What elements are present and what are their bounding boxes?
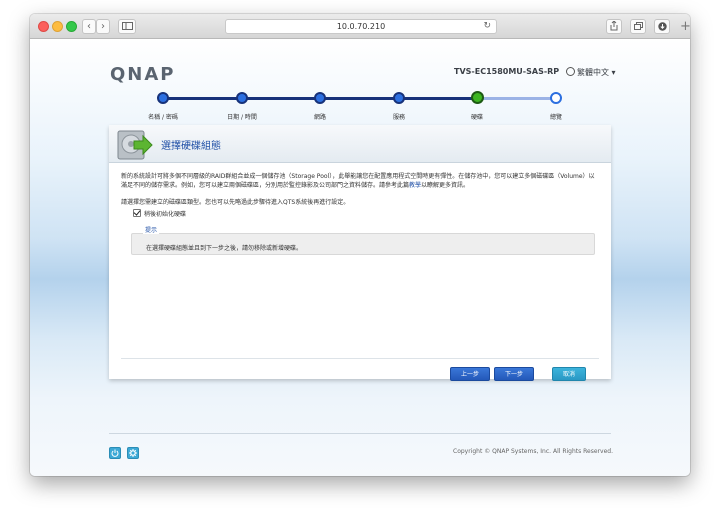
download-icon [657, 22, 667, 31]
tip-box: 在選擇硬碟組態並且到下一步之後，請勿移除或新增硬碟。 [131, 233, 595, 255]
initialize-later-label: 稍後初始化硬碟 [144, 211, 187, 218]
page-content: QNAP TVS-EC1580MU-SAS-RP 繁體中文 ▾ 名稱 / 密碼 … [30, 39, 690, 476]
description-text-end: 以瞭解更多資訊。 [421, 182, 470, 189]
chevron-left-icon: ‹ [87, 21, 91, 32]
step-dot-name-password [157, 92, 169, 104]
power-icon [111, 449, 119, 457]
gear-icon [129, 449, 137, 457]
language-selector[interactable]: 繁體中文 ▾ [566, 67, 616, 78]
tip-text: 在選擇硬碟組態並且到下一步之後，請勿移除或新增硬碟。 [146, 245, 303, 252]
new-tab-button[interactable]: + [680, 19, 690, 34]
power-button[interactable] [109, 447, 121, 459]
step-label-network: 網路 [313, 114, 326, 121]
sidebar-icon [121, 22, 133, 30]
forward-button[interactable]: › [96, 19, 110, 34]
language-label: 繁體中文 [577, 68, 609, 77]
url-text: 10.0.70.210 [336, 22, 386, 31]
step-label-name-password: 名稱 / 密碼 [148, 114, 178, 121]
settings-button[interactable] [127, 447, 139, 459]
device-model: TVS-EC1580MU-SAS-RP [454, 67, 560, 76]
browser-window: ‹ › 10.0.70.210 ↻ + QNAP TVS-EC1580MU-SA… [30, 14, 690, 476]
initialize-later-checkbox[interactable] [133, 209, 141, 217]
hard-drive-icon [117, 130, 153, 160]
zoom-window-button[interactable] [66, 21, 77, 32]
tabs-button[interactable] [630, 19, 646, 34]
panel-description: 新的系統設計可將多個不同層級的RAID群組合並成一個儲存池（Storage Po… [121, 172, 599, 190]
description-text: 新的系統設計可將多個不同層級的RAID群組合並成一個儲存池（Storage Po… [121, 173, 595, 189]
globe-icon [566, 67, 575, 76]
step-dot-services [393, 92, 405, 104]
wizard-progress-line-remaining [477, 97, 559, 100]
reload-icon[interactable]: ↻ [483, 20, 491, 33]
share-icon [610, 20, 618, 31]
chevron-right-icon: › [101, 21, 105, 32]
share-button[interactable] [606, 19, 622, 34]
panel-header: 選擇硬碟組態 [109, 125, 611, 163]
footer-divider [109, 433, 611, 434]
address-bar[interactable]: 10.0.70.210 ↻ [225, 19, 497, 34]
tip-legend: 提示 [143, 225, 160, 234]
browser-toolbar: ‹ › 10.0.70.210 ↻ + [30, 14, 690, 39]
step-dot-summary [550, 92, 562, 104]
step-dot-disk-current [471, 91, 484, 104]
step-dot-network [314, 92, 326, 104]
tutorial-link[interactable]: 教學 [409, 182, 421, 189]
copyright-text: Copyright © QNAP Systems, Inc. All Right… [453, 448, 613, 455]
disk-config-panel: 選擇硬碟組態 新的系統設計可將多個不同層級的RAID群組合並成一個儲存池（Sto… [109, 125, 611, 381]
chevron-down-icon: ▾ [611, 68, 616, 77]
cancel-button[interactable]: 取消 [552, 367, 586, 381]
volume-type-prompt: 請選擇您需建立的磁碟區類型。您也可以先略過此步驟待進入QTS系統後再進行設定。 [121, 199, 350, 206]
panel-divider [121, 358, 599, 359]
next-button[interactable]: 下一步 [494, 367, 534, 381]
prev-button[interactable]: 上一步 [450, 367, 490, 381]
step-label-disk: 硬碟 [470, 114, 483, 121]
tabs-icon [633, 22, 643, 30]
initialize-later-option[interactable]: 稍後初始化硬碟 [133, 209, 186, 218]
panel-title: 選擇硬碟組態 [161, 141, 221, 152]
step-dot-date-time [236, 92, 248, 104]
step-label-date-time: 日期 / 時間 [227, 114, 257, 121]
downloads-button[interactable] [654, 19, 670, 34]
sidebar-button[interactable] [118, 19, 136, 34]
step-label-services: 服務 [392, 114, 405, 121]
qnap-logo: QNAP [110, 64, 176, 85]
back-button[interactable]: ‹ [82, 19, 96, 34]
minimize-window-button[interactable] [52, 21, 63, 32]
close-window-button[interactable] [38, 21, 49, 32]
step-label-summary: 總覽 [549, 114, 562, 121]
